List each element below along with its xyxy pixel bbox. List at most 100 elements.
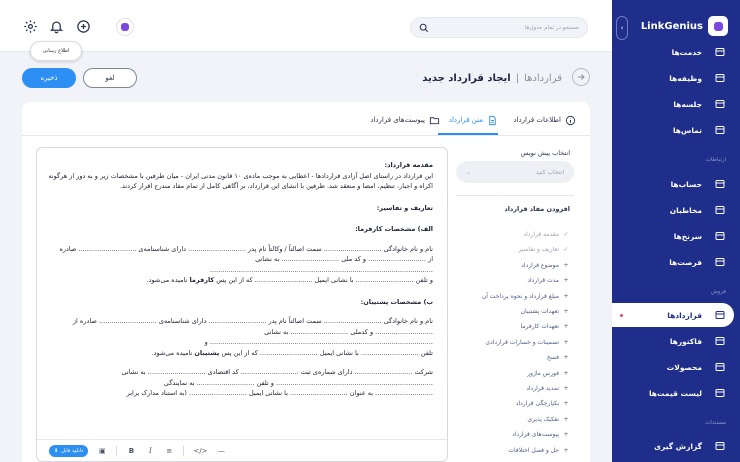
sidebar-item[interactable]: سرنخ‌ها	[674, 227, 726, 245]
add-circle-icon[interactable]	[75, 18, 91, 34]
sidebar-item[interactable]: مخاطبان	[670, 201, 726, 219]
save-button[interactable]: ذخیره	[22, 68, 76, 88]
plus-icon: +	[563, 323, 569, 331]
clause-label: تعهدات کارفرما	[520, 323, 559, 331]
brand-name: LinkGenius	[640, 20, 703, 32]
plus-icon: +	[563, 400, 569, 408]
sidebar-item-label: فرصت‌ها	[669, 257, 702, 267]
clause-item[interactable]: + حل و فصل اختلافات	[460, 443, 570, 458]
opportunities-icon	[715, 258, 725, 266]
clause-item[interactable]: + موضوع قرارداد	[460, 258, 570, 273]
editor-toolbar: ⬇ دانلود فایل ▣ B I ≡ </> —	[37, 439, 447, 461]
plus-icon: +	[563, 446, 569, 454]
cancel-button[interactable]: لغو	[83, 68, 137, 88]
clause-item[interactable]: + یکپارچگی قرارداد	[460, 396, 570, 411]
clause-item[interactable]: ✓ مقدمه قرارداد	[460, 227, 570, 242]
plus-icon: +	[563, 338, 569, 346]
breadcrumb: قراردادها | ایجاد قرارداد جدید	[422, 68, 562, 88]
sidebar-item[interactable]: گزارش گیری	[654, 437, 726, 455]
list-button[interactable]: ≡	[164, 447, 174, 455]
clause-item[interactable]: + فسخ	[460, 350, 570, 365]
clause-item[interactable]: + پیوست‌های قرارداد	[460, 427, 570, 442]
tab-label: متن قرارداد	[448, 116, 483, 124]
draft-select-placeholder: انتخاب کنید	[535, 168, 564, 176]
support-line: ............................ و کدملی ...…	[204, 327, 433, 347]
active-tab-indicator	[438, 133, 498, 135]
clause-label: تعاریف و تفاسیر	[518, 246, 559, 254]
brand: LinkGenius	[641, 16, 728, 36]
clause-item[interactable]: + تمدید قرارداد	[460, 381, 570, 396]
download-file-button[interactable]: ⬇ دانلود فایل	[49, 444, 89, 457]
sidebar-item[interactable]: فاکتورها	[670, 332, 726, 350]
breadcrumb-separator: |	[515, 72, 520, 84]
sidebar-item[interactable]: تماس‌ها	[673, 121, 726, 139]
draft-select[interactable]: انتخاب کنید ⌄	[456, 161, 574, 183]
collapse-sidebar-button[interactable]: ‹	[616, 16, 628, 40]
clause-item[interactable]: + تضمینات و خسارات قراردادی	[460, 335, 570, 350]
support-line: تلفن ............................ با نشا…	[151, 348, 434, 357]
clause-label: موضوع قرارداد	[521, 261, 559, 269]
code-button[interactable]: </>	[193, 447, 207, 455]
clause-item[interactable]: + فورس ماژور	[460, 366, 570, 381]
settings-gear-icon[interactable]	[22, 18, 38, 34]
employer-line: نام و نام خانوادگی .....................…	[59, 244, 433, 253]
clause-item[interactable]: + تفکیک پذیری	[460, 412, 570, 427]
contract-document[interactable]: مقدمه قرارداد: این قرارداد در راستای اصل…	[37, 148, 447, 438]
plus-icon: +	[562, 458, 570, 462]
back-arrow-icon[interactable]	[572, 68, 590, 86]
definitions-heading: تعاریف و تفاسیر:	[376, 203, 433, 212]
clause-item[interactable]: +نسخ قرارداد	[460, 458, 570, 462]
sidebar-item[interactable]: فرصت‌ها	[669, 253, 726, 271]
tab-label: پیوست‌های قرارداد	[370, 116, 425, 124]
sidebar-item-label: لیست قیمت‌ها	[648, 388, 702, 398]
search-placeholder: جستجو در تمام جدول‌ها	[524, 24, 579, 31]
contract-editor[interactable]: مقدمه قرارداد: این قرارداد در راستای اصل…	[36, 147, 448, 462]
clause-item[interactable]: + مبلغ قرارداد و نحوه پرداخت آن	[460, 289, 570, 304]
sidebar-item-label: حساب‌ها	[670, 179, 702, 189]
sidebar-item[interactable]: لیست قیمت‌ها	[649, 384, 726, 402]
sidebar-section-label: فروش	[710, 289, 726, 295]
bold-button[interactable]: B	[126, 447, 136, 455]
clause-item[interactable]: ✓ تعاریف و تفاسیر	[460, 242, 570, 257]
plus-icon: +	[563, 369, 569, 377]
calls-icon	[715, 126, 725, 134]
download-icon: ⬇	[54, 447, 59, 454]
company-line: ........................................…	[163, 378, 433, 387]
notifications-tooltip: اطلاع رسانی	[30, 41, 82, 61]
clause-label: تفکیک پذیری	[527, 415, 559, 423]
clause-item[interactable]: + مدت قرارداد	[460, 273, 570, 288]
main-area: جستجو در تمام جدول‌ها اطلاع رسانی ذخیره …	[0, 0, 612, 462]
clause-item[interactable]: + تعهدات پشتیبان	[460, 304, 570, 319]
company-line: ............................ به عنوان ..…	[126, 389, 433, 397]
sidebar-item[interactable]: حساب‌ها	[671, 175, 726, 193]
tab-contract-attachments[interactable]: پیوست‌های قرارداد	[370, 112, 440, 128]
tab-contract-info[interactable]: اطلاعات قرارداد	[513, 112, 576, 128]
plus-icon: +	[563, 292, 569, 300]
save-draft-icon[interactable]: ▣	[97, 447, 107, 455]
brand-logo-icon	[708, 16, 728, 36]
breadcrumb-parent[interactable]: قراردادها	[524, 73, 562, 84]
tab-contract-text[interactable]: متن قرارداد	[449, 112, 498, 128]
contract-card: اطلاعات قرارداد متن قرارداد پیوست‌های قر…	[22, 102, 590, 462]
clause-item[interactable]: + تعهدات کارفرما	[460, 319, 570, 334]
search-input[interactable]: جستجو در تمام جدول‌ها	[410, 17, 588, 38]
sidebar-item[interactable]: خدمت‌ها	[672, 43, 726, 61]
italic-button[interactable]: I	[145, 447, 155, 455]
employer-heading: الف) مشخصات کارفرما:	[355, 225, 433, 233]
clause-label: مبلغ قرارداد و نحوه پرداخت آن	[481, 292, 559, 300]
sidebar-item-label: محصولات	[666, 362, 702, 372]
sidebar-item[interactable]: جلسه‌ها	[673, 95, 726, 113]
workspace-logo-icon[interactable]	[116, 18, 134, 36]
clause-label: مدت قرارداد	[527, 277, 559, 285]
sidebar-item[interactable]: محصولات	[667, 358, 726, 376]
sidebar-item-label: وظیفه‌ها	[669, 73, 702, 83]
sidebar-section-label: ارتباطات	[705, 157, 726, 163]
clause-label: حل و فصل اختلافات	[508, 446, 559, 454]
employer-line: از ............................ و کد ملی…	[209, 255, 433, 274]
sidebar-item[interactable]: وظیفه‌ها	[669, 69, 726, 87]
sidebar-item[interactable]: قراردادها	[667, 306, 726, 324]
accounts-icon	[715, 180, 725, 188]
tasks-icon	[715, 74, 725, 82]
bell-icon[interactable]	[48, 18, 64, 34]
horizontal-rule-button[interactable]: —	[216, 447, 226, 455]
